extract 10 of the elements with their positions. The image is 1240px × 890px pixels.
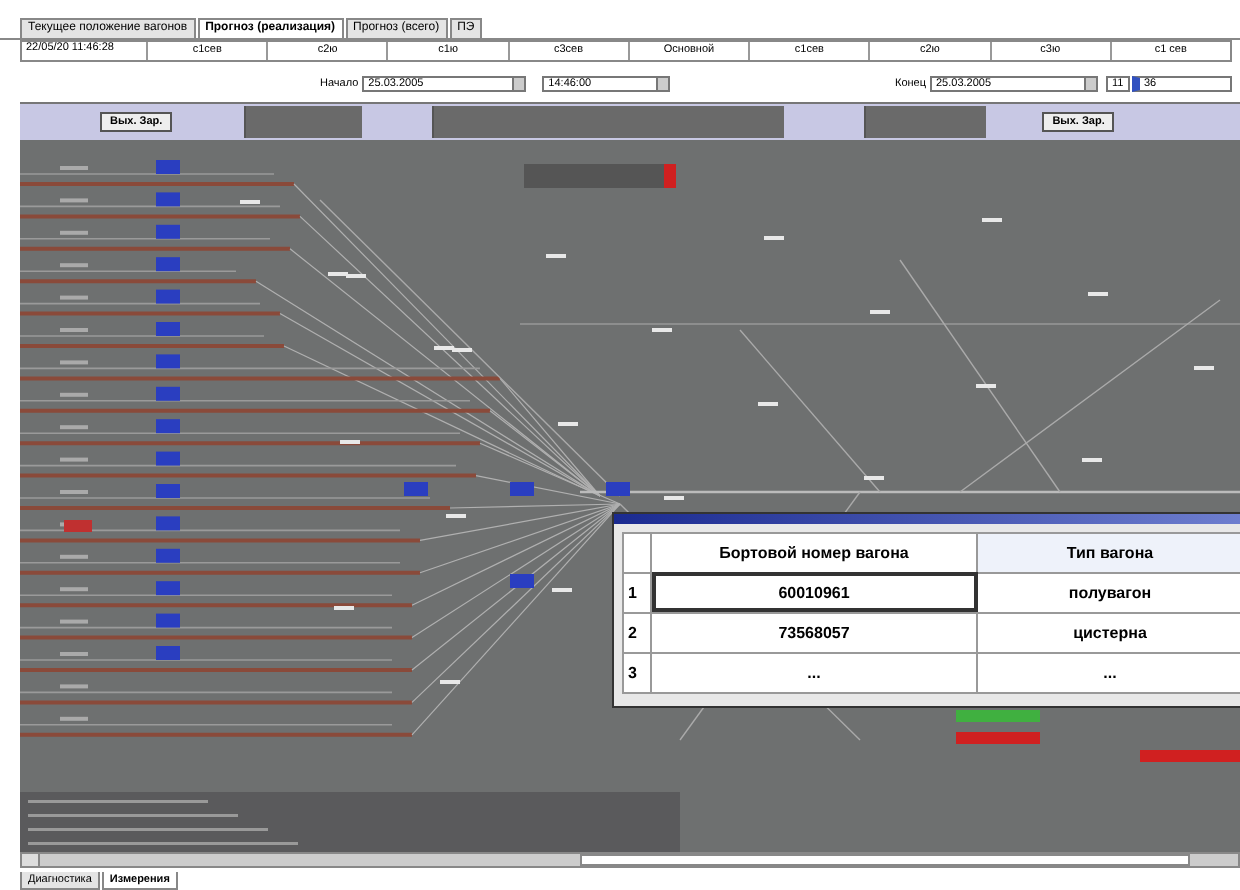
table-cell: 60010961 (651, 572, 977, 613)
table-cell: ... (651, 652, 977, 693)
scroll-left-button[interactable] (22, 854, 40, 867)
row-number: 3 (623, 652, 651, 693)
column-header: Тип вагона (977, 532, 1240, 573)
scrollbar-thumb[interactable] (580, 854, 1190, 867)
row-number: 1 (623, 572, 651, 613)
column-header: Бортовой номер вагона (651, 532, 977, 573)
table-cell: 73568057 (651, 612, 977, 653)
row-number: 2 (623, 612, 651, 653)
